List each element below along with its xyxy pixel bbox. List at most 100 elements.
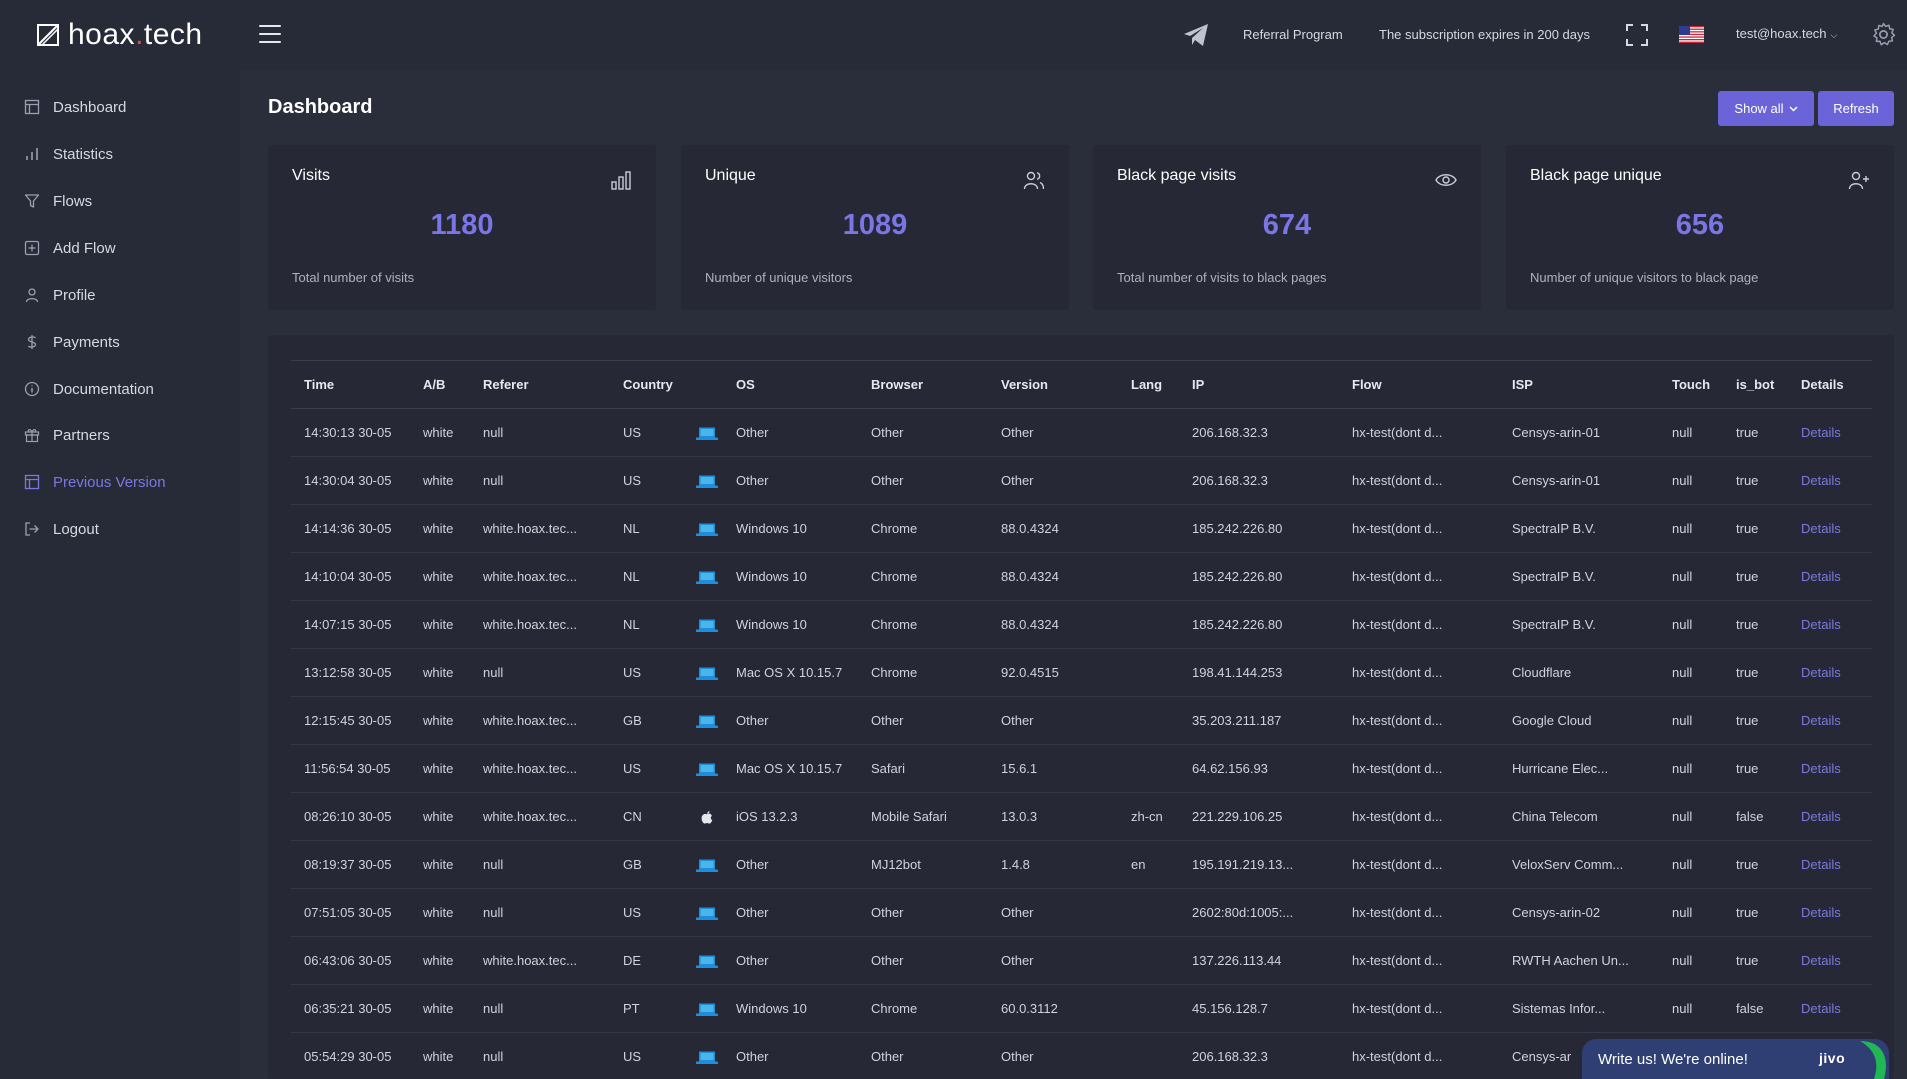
cell-time: 06:35:21 30-05 xyxy=(291,984,410,1033)
details-link[interactable]: Details xyxy=(1788,648,1872,697)
cell-country: US xyxy=(610,744,683,793)
cell-ip: 45.156.128.7 xyxy=(1179,984,1339,1033)
details-link[interactable]: Details xyxy=(1788,600,1872,649)
sidebar-item-profile[interactable]: Profile xyxy=(0,277,240,313)
gift-icon xyxy=(24,429,40,443)
details-link[interactable]: Details xyxy=(1788,456,1872,505)
sidebar-item-logout[interactable]: Logout xyxy=(0,511,240,547)
sidebar-item-previous-version[interactable]: Previous Version xyxy=(0,464,240,500)
card-description: Total number of visits to black pages xyxy=(1117,270,1327,285)
details-link[interactable]: Details xyxy=(1788,984,1872,1033)
sidebar-item-add-flow[interactable]: Add Flow xyxy=(0,230,240,266)
cell-country: US xyxy=(610,888,683,937)
gear-icon[interactable] xyxy=(1871,22,1896,47)
card-description: Number of unique visitors to black page xyxy=(1530,270,1759,285)
details-link[interactable]: Details xyxy=(1788,504,1872,553)
cell-ab: white xyxy=(410,792,470,841)
user-menu[interactable]: test@hoax.tech ⌵ xyxy=(1736,26,1837,41)
fullscreen-icon[interactable] xyxy=(1626,24,1648,46)
sidebar-item-payments[interactable]: Payments xyxy=(0,324,240,360)
laptop-icon xyxy=(683,984,723,1033)
cell-os: Mac OS X 10.15.7 xyxy=(723,744,858,793)
users-icon xyxy=(1023,171,1045,190)
cell-is-bot: true xyxy=(1723,744,1788,793)
cell-flow: hx-test(dont d... xyxy=(1339,840,1499,889)
column-header-isp: ISP xyxy=(1499,360,1659,409)
show-all-dropdown-button[interactable]: Show all xyxy=(1718,91,1814,126)
logo[interactable]: hoax.tech xyxy=(36,18,203,52)
referral-program-link[interactable]: Referral Program xyxy=(1243,27,1343,42)
cell-touch: null xyxy=(1659,648,1723,697)
cell-ip: 206.168.32.3 xyxy=(1179,408,1339,457)
laptop-icon xyxy=(683,456,723,505)
cell-version: 88.0.4324 xyxy=(988,504,1118,553)
table-row: 14:30:13 30-05 white null US Other Other Other… xyxy=(291,408,1872,457)
chat-status-leaf-icon xyxy=(1860,1041,1886,1079)
cell-time: 13:12:58 30-05 xyxy=(291,648,410,697)
cell-version: Other xyxy=(988,936,1118,985)
card-title: Visits xyxy=(292,167,330,184)
details-link[interactable]: Details xyxy=(1788,552,1872,601)
cell-ab: white xyxy=(410,1032,470,1079)
cell-isp: Cloudflare xyxy=(1499,648,1659,697)
visits-table: Time A/B Referer Country OS Browser Version Lan… xyxy=(291,360,1872,1079)
column-header-browser: Browser xyxy=(858,360,988,409)
info-icon xyxy=(24,381,40,397)
cell-is-bot: true xyxy=(1723,888,1788,937)
details-link[interactable]: Details xyxy=(1788,936,1872,985)
details-link[interactable]: Details xyxy=(1788,792,1872,841)
column-header-touch: Touch xyxy=(1659,360,1723,409)
cell-country: US xyxy=(610,456,683,505)
telegram-icon[interactable] xyxy=(1183,23,1209,47)
cell-isp: RWTH Aachen Un... xyxy=(1499,936,1659,985)
chat-widget[interactable]: Write us! We're online! jivo xyxy=(1582,1039,1889,1079)
table-row: 06:43:06 30-05 white white.hoax.tec... DE Ot… xyxy=(291,936,1872,985)
chat-widget-text: Write us! We're online! xyxy=(1598,1051,1748,1068)
sidebar-item-partners[interactable]: Partners xyxy=(0,417,240,453)
sidebar-item-flows[interactable]: Flows xyxy=(0,183,240,219)
user-icon xyxy=(25,288,39,303)
menu-toggle-button[interactable] xyxy=(259,25,281,43)
sidebar-item-statistics[interactable]: Statistics xyxy=(0,136,240,172)
sidebar-item-dashboard[interactable]: Dashboard xyxy=(0,89,240,125)
cell-touch: null xyxy=(1659,792,1723,841)
cell-referer: white.hoax.tec... xyxy=(470,504,610,553)
cell-isp: Censys-arin-02 xyxy=(1499,888,1659,937)
cell-is-bot: true xyxy=(1723,648,1788,697)
refresh-button[interactable]: Refresh xyxy=(1818,91,1894,126)
cell-isp: China Telecom xyxy=(1499,792,1659,841)
cell-version: 13.0.3 xyxy=(988,792,1118,841)
cell-os: Other xyxy=(723,456,858,505)
cell-referer: null xyxy=(470,984,610,1033)
cell-browser: Chrome xyxy=(858,504,988,553)
cell-isp: SpectraIP B.V. xyxy=(1499,504,1659,553)
cell-isp: Censys-arin-01 xyxy=(1499,456,1659,505)
logo-text: hoax xyxy=(68,18,136,51)
cell-touch: null xyxy=(1659,840,1723,889)
column-header-country: Country xyxy=(610,360,683,409)
column-header-ab: A/B xyxy=(410,360,470,409)
user-plus-icon xyxy=(1848,171,1869,190)
details-link[interactable]: Details xyxy=(1788,840,1872,889)
cell-flow: hx-test(dont d... xyxy=(1339,648,1499,697)
cell-time: 08:19:37 30-05 xyxy=(291,840,410,889)
cell-lang xyxy=(1118,888,1179,937)
details-link[interactable]: Details xyxy=(1788,696,1872,745)
details-link[interactable]: Details xyxy=(1788,408,1872,457)
cell-os: Windows 10 xyxy=(723,600,858,649)
sidebar-item-label: Previous Version xyxy=(53,473,166,491)
cell-version: Other xyxy=(988,408,1118,457)
sidebar-item-documentation[interactable]: Documentation xyxy=(0,371,240,407)
cell-is-bot: false xyxy=(1723,984,1788,1033)
cell-lang xyxy=(1118,648,1179,697)
details-link[interactable]: Details xyxy=(1788,744,1872,793)
cell-touch: null xyxy=(1659,744,1723,793)
cell-time: 14:10:04 30-05 xyxy=(291,552,410,601)
chat-brand-logo: jivo xyxy=(1819,1050,1846,1066)
cell-time: 06:43:06 30-05 xyxy=(291,936,410,985)
table-row: 13:12:58 30-05 white null US Mac OS X 10.15.… xyxy=(291,648,1872,697)
cell-ip: 2602:80d:1005:... xyxy=(1179,888,1339,937)
details-link[interactable]: Details xyxy=(1788,888,1872,937)
table-row: 07:51:05 30-05 white null US Other Other Other… xyxy=(291,888,1872,937)
us-flag-icon[interactable] xyxy=(1679,26,1704,43)
